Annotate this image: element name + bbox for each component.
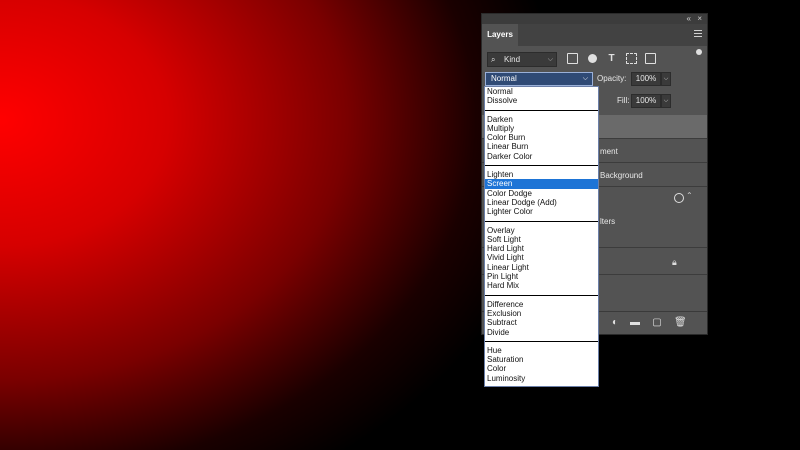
blend-mode-option[interactable]: Linear Burn xyxy=(485,142,598,151)
type-filter-icon[interactable]: T xyxy=(606,53,617,64)
blend-mode-option[interactable]: Difference xyxy=(485,300,598,309)
chevron-down-icon: ⌵ xyxy=(547,56,553,63)
blend-mode-option[interactable]: Subtract xyxy=(485,318,598,327)
layer-filter-row: ⌕ Kind ⌵ T xyxy=(487,49,702,67)
panel-menu-icon[interactable] xyxy=(694,30,702,39)
blend-mode-option[interactable]: Luminosity xyxy=(485,374,598,383)
panel-collapse-bar[interactable]: « × xyxy=(482,14,707,24)
trash-icon[interactable]: 🗑︎ xyxy=(674,318,687,328)
fill-label: Fill: xyxy=(617,96,630,105)
collapse-icon[interactable]: « xyxy=(687,14,691,24)
blend-mode-option[interactable]: Saturation xyxy=(485,355,598,364)
blend-mode-option[interactable]: Divide xyxy=(485,328,598,337)
lock-icon: 🔒︎ xyxy=(672,257,677,267)
blend-mode-option[interactable]: Overlay xyxy=(485,226,598,235)
kind-filter-select[interactable]: ⌕ Kind ⌵ xyxy=(487,52,557,67)
new-layer-icon[interactable]: ▢ xyxy=(652,318,662,328)
smart-object-filter-icon[interactable] xyxy=(645,53,656,64)
menu-separator xyxy=(485,294,598,296)
layer-label: lters xyxy=(600,217,616,226)
blend-mode-dropdown: Normal Dissolve Darken Multiply Color Burn Li… xyxy=(484,86,599,387)
filter-toggle-icon[interactable] xyxy=(696,49,702,55)
fill-dropdown-button[interactable]: ⌵ xyxy=(661,94,671,108)
shape-filter-icon[interactable] xyxy=(626,53,637,64)
menu-separator xyxy=(485,220,598,222)
blend-mode-option[interactable]: Color Dodge xyxy=(485,189,598,198)
close-icon[interactable]: × xyxy=(697,14,702,24)
panel-tab-bar: Layers xyxy=(482,24,707,46)
blend-mode-option[interactable]: Screen xyxy=(485,179,598,189)
blend-mode-option[interactable]: Vivid Light xyxy=(485,253,598,262)
layer-label: ment xyxy=(600,147,618,156)
blend-mode-option[interactable]: Hue xyxy=(485,346,598,355)
blend-mode-select[interactable]: Normal ⌵ xyxy=(485,72,593,86)
opacity-input[interactable]: 100% xyxy=(631,72,661,86)
blend-mode-option[interactable]: Exclusion xyxy=(485,309,598,318)
search-icon: ⌕ xyxy=(491,55,496,64)
blend-mode-option[interactable]: Color xyxy=(485,364,598,373)
blend-mode-option[interactable]: Hard Light xyxy=(485,244,598,253)
blend-mode-option[interactable]: Lighter Color xyxy=(485,207,598,216)
image-filter-icon[interactable] xyxy=(567,53,578,64)
blend-mode-option[interactable]: Soft Light xyxy=(485,235,598,244)
layer-label: Background xyxy=(600,171,643,180)
blend-mode-option[interactable]: Color Burn xyxy=(485,133,598,142)
blend-mode-option[interactable]: Darken xyxy=(485,115,598,124)
opacity-label: Opacity: xyxy=(597,74,627,83)
menu-separator xyxy=(485,109,598,111)
blend-mode-option[interactable]: Linear Dodge (Add) xyxy=(485,198,598,207)
blend-mode-option[interactable]: Linear Light xyxy=(485,263,598,272)
blend-mode-option[interactable]: Pin Light xyxy=(485,272,598,281)
tab-layers[interactable]: Layers xyxy=(482,24,518,46)
chevron-down-icon: ⌵ xyxy=(582,75,588,82)
kind-label: Kind xyxy=(504,55,521,64)
group-folder-icon[interactable]: ▬ xyxy=(630,318,640,328)
opacity-control: Opacity: 100% ⌵ xyxy=(597,72,671,86)
blend-mode-option[interactable]: Darker Color xyxy=(485,152,598,161)
adjustment-filter-icon[interactable] xyxy=(588,54,597,63)
menu-separator xyxy=(485,165,598,167)
opacity-dropdown-button[interactable]: ⌵ xyxy=(661,72,671,86)
blend-mode-option[interactable]: Dissolve xyxy=(485,96,598,105)
fill-input[interactable]: 100% xyxy=(631,94,661,108)
adjustment-layer-icon[interactable]: ◐ xyxy=(610,318,620,328)
smart-filter-icon xyxy=(674,193,684,203)
blend-mode-option[interactable]: Lighten xyxy=(485,170,598,179)
chevron-up-icon[interactable]: ⌃ xyxy=(686,191,693,200)
menu-separator xyxy=(485,340,598,342)
blend-mode-option[interactable]: Multiply xyxy=(485,124,598,133)
blend-mode-value: Normal xyxy=(491,74,517,83)
blend-mode-option[interactable]: Hard Mix xyxy=(485,281,598,290)
blend-mode-option[interactable]: Normal xyxy=(485,87,598,96)
